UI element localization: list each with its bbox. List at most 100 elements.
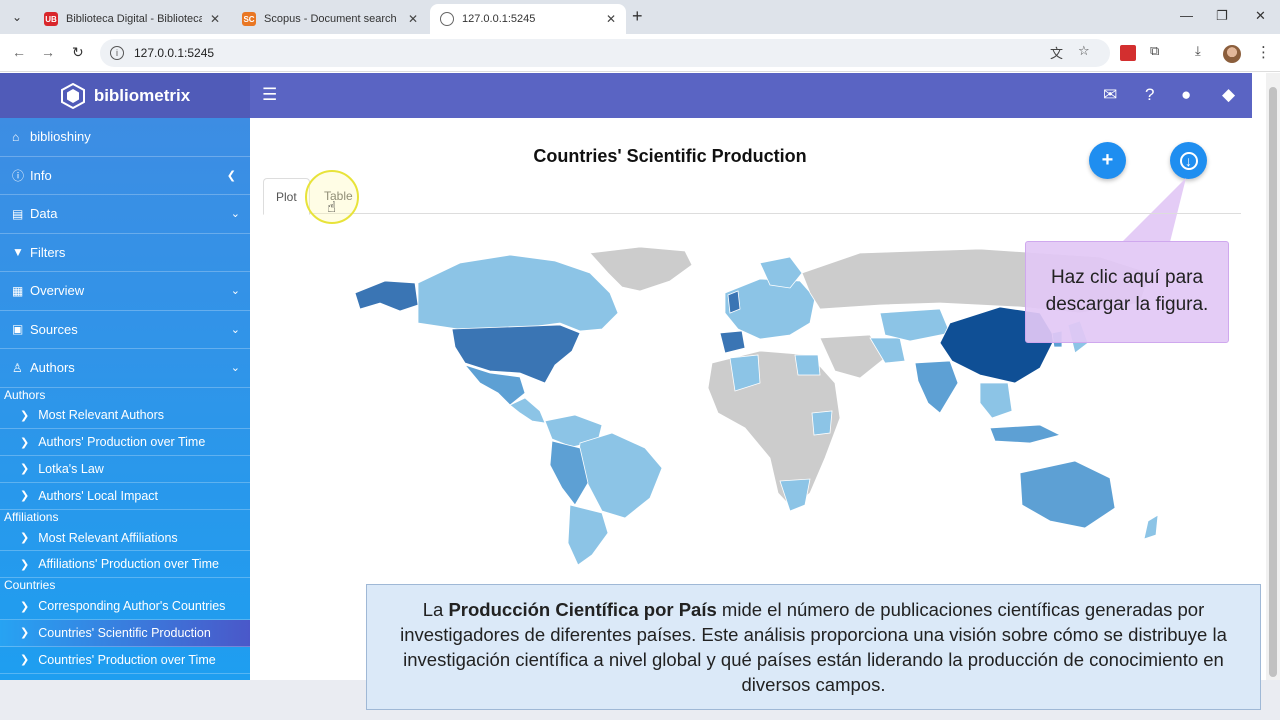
map-country-central-america (509, 397, 546, 424)
url-text: 127.0.0.1:5245 (134, 46, 215, 60)
sidebar-subitem-label: Most Relevant Authors (38, 408, 164, 423)
sidebar-subitem-label: Lotka's Law (38, 461, 104, 476)
browser-toolbar: ← → ↻ i 127.0.0.1:5245 文 ☆ ⧉ ⤓ ⋮ (0, 34, 1280, 72)
page-title: Countries' Scientific Production (533, 146, 807, 166)
chevron-right-icon: ❯ (20, 600, 30, 613)
page-scrollbar[interactable] (1266, 73, 1280, 680)
browser-tab-title: Biblioteca Digital - Biblioteca - (66, 13, 202, 25)
caption-intro: La (422, 599, 449, 620)
browser-tab-local[interactable]: 127.0.0.1:5245 ✕ (430, 4, 626, 34)
chat-icon[interactable]: ● (1181, 85, 1191, 105)
sidebar-item-data[interactable]: ▤ Data ⌄ (0, 195, 250, 234)
new-tab-icon[interactable]: + (632, 6, 643, 27)
sidebar-subitem-label: Authors' Local Impact (38, 488, 159, 503)
user-icon: ♙ (12, 360, 23, 375)
profile-avatar[interactable] (1223, 45, 1241, 63)
brand-logo[interactable]: bibliometrix (0, 73, 250, 118)
map-country-alaska (354, 280, 419, 312)
scrollbar-thumb[interactable] (1269, 87, 1277, 677)
tab-plot[interactable]: Plot (263, 178, 310, 215)
biblioteca-favicon-icon: UB (44, 12, 58, 26)
sidebar-subitem-lotkas-law[interactable]: ❯ Lotka's Law (0, 456, 250, 483)
file-import-icon: ▤ (12, 206, 24, 221)
map-country-canada (417, 254, 619, 332)
book-icon: ▣ (12, 322, 24, 337)
bookmark-star-icon[interactable]: ☆ (1078, 43, 1090, 59)
chevron-right-icon: ❯ (20, 463, 30, 476)
browser-tab-scopus[interactable]: SC Scopus - Document search resu ✕ (232, 4, 428, 34)
sidebar-group-heading: Countries (4, 578, 56, 593)
browser-tab-title: 127.0.0.1:5245 (462, 13, 536, 25)
help-icon[interactable]: ? (1145, 85, 1154, 105)
chevron-left-icon: ❮ (226, 169, 236, 182)
sidebar-item-label: Info (30, 167, 52, 183)
sidebar-item-label: Overview (30, 283, 85, 299)
sidebar-subitem-countries-scientific-production[interactable]: ❯ Countries' Scientific Production (0, 620, 250, 647)
download-icon[interactable]: ⤓ (1195, 43, 1201, 59)
sidebar-subitem-authors-production[interactable]: ❯ Authors' Production over Time (0, 429, 250, 457)
map-country-usa (451, 324, 581, 384)
envelope-icon[interactable]: ✉ (1103, 85, 1117, 105)
chevron-down-icon: ⌄ (230, 208, 240, 221)
map-country-australia (1019, 460, 1116, 529)
download-figure-button[interactable]: ↓ (1170, 142, 1207, 179)
site-info-icon[interactable]: i (110, 46, 124, 60)
reload-icon[interactable]: ↻ (72, 44, 84, 61)
app-header: bibliometrix ☰ ✉ ? ● ◆ (0, 73, 1252, 118)
info-icon: ⓘ (12, 168, 25, 183)
cube-icon[interactable]: ◆ (1222, 85, 1235, 105)
chevron-right-icon: ❯ (20, 558, 30, 571)
chevron-down-icon: ⌄ (230, 323, 240, 336)
sidebar-subitem-label: Authors' Production over Time (38, 435, 206, 450)
hamburger-menu-icon[interactable]: ☰ (262, 85, 277, 105)
forward-icon[interactable]: → (41, 44, 55, 60)
tab-search-chevron-icon[interactable]: ⌄ (6, 6, 28, 28)
browser-menu-icon[interactable]: ⋮ (1256, 43, 1271, 61)
sidebar-item-overview[interactable]: ▦ Overview ⌄ (0, 272, 250, 311)
minimize-icon[interactable]: — (1180, 8, 1193, 23)
close-tab-icon[interactable]: ✕ (210, 12, 220, 26)
map-country-southeast-asia (979, 382, 1013, 419)
map-country-argentina (567, 504, 609, 566)
add-to-report-button[interactable]: + (1089, 142, 1126, 179)
map-country-spain (719, 330, 746, 354)
sidebar-subitem-corresponding-author-countries[interactable]: ❯ Corresponding Author's Countries (0, 593, 250, 621)
restore-icon[interactable]: ❐ (1216, 8, 1228, 24)
address-bar[interactable]: i 127.0.0.1:5245 (100, 39, 1110, 67)
chevron-right-icon: ❯ (20, 409, 30, 422)
bibliometrix-logo-icon (60, 82, 85, 109)
extension-icon[interactable] (1120, 45, 1136, 61)
brand-name: bibliometrix (93, 85, 191, 105)
sidebar-item-filters[interactable]: ▼ Filters (0, 234, 250, 272)
sidebar-subitem-most-relevant-authors[interactable]: ❯ Most Relevant Authors (0, 403, 250, 430)
sidebar-subitem-label: Countries' Scientific Production (38, 625, 211, 640)
close-window-icon[interactable]: ✕ (1255, 8, 1266, 24)
sidebar-subitem-label: Affiliations' Production over Time (38, 557, 219, 572)
sidebar-item-info[interactable]: ⓘ Info ❮ (0, 157, 250, 195)
sidebar-subitem-countries-production-over-time[interactable]: ❯ Countries' Production over Time (0, 647, 250, 674)
sidebar-item-biblioshiny[interactable]: ⌂ biblioshiny (0, 118, 250, 157)
sidebar-subitem-affiliations-production[interactable]: ❯ Affiliations' Production over Time (0, 551, 250, 579)
caption-highlight: Producción Científica por País (448, 599, 717, 620)
sidebar-item-authors[interactable]: ♙ Authors ⌄ (0, 349, 250, 388)
table-icon: ▦ (12, 283, 24, 298)
scopus-favicon-icon: SC (242, 12, 256, 26)
sidebar-group-heading: Authors (4, 387, 46, 402)
close-tab-icon[interactable]: ✕ (408, 12, 418, 26)
extensions-puzzle-icon[interactable]: ⧉ (1150, 43, 1159, 59)
plus-icon: + (1101, 149, 1114, 171)
browser-tab-biblioteca[interactable]: UB Biblioteca Digital - Biblioteca - ✕ (34, 4, 230, 34)
sidebar-item-sources[interactable]: ▣ Sources ⌄ (0, 311, 250, 349)
sidebar-subitem-most-relevant-affiliations[interactable]: ❯ Most Relevant Affiliations (0, 525, 250, 552)
map-country-egypt (794, 354, 821, 376)
translate-icon[interactable]: 文 (1050, 43, 1063, 62)
explanation-caption: La Producción Científica por País mide e… (366, 584, 1261, 710)
map-country-india (914, 360, 959, 414)
sidebar-subitem-authors-local-impact[interactable]: ❯ Authors' Local Impact (0, 483, 250, 510)
close-tab-icon[interactable]: ✕ (606, 12, 616, 26)
back-icon[interactable]: ← (12, 44, 26, 60)
browser-tab-title: Scopus - Document search resu (264, 13, 400, 25)
map-country-central-asia (879, 308, 951, 342)
chevron-right-icon: ❯ (20, 627, 30, 640)
chevron-right-icon: ❯ (20, 654, 30, 667)
